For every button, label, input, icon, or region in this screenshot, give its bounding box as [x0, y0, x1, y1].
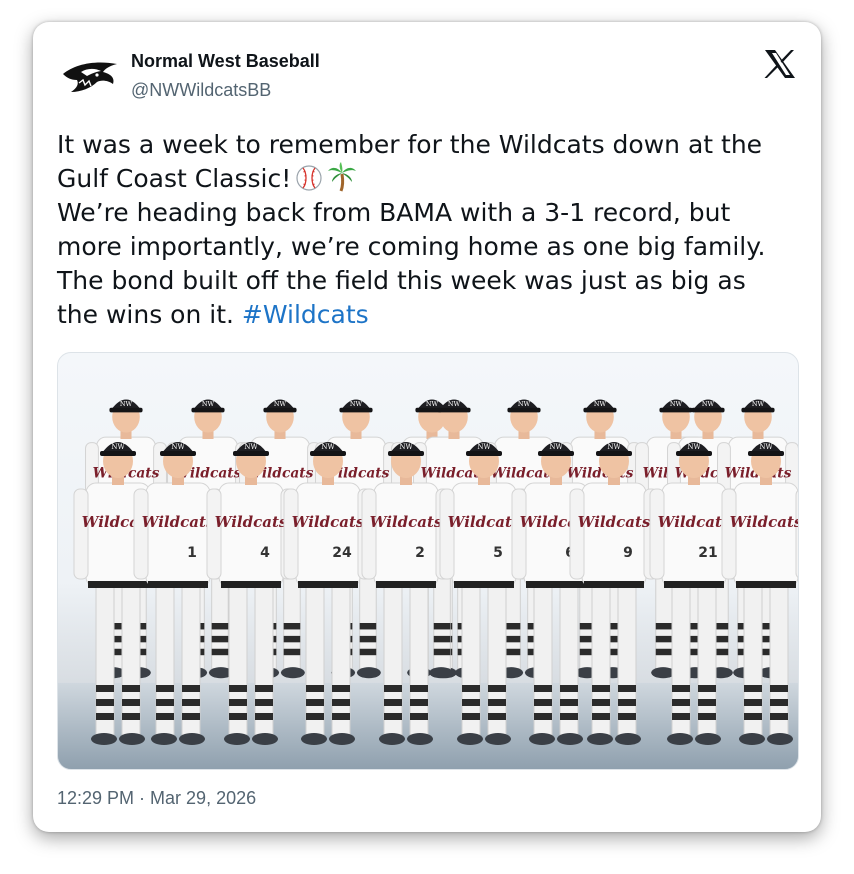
cap-logo: NW: [607, 443, 621, 451]
cap-logo: NW: [244, 443, 258, 451]
jersey-number: 4: [260, 545, 270, 561]
hashtag-link[interactable]: #Wildcats: [242, 300, 369, 329]
cap-logo: NW: [111, 443, 125, 451]
cap-logo: NW: [120, 400, 133, 408]
jersey-number: 1: [187, 545, 197, 561]
x-logo-icon[interactable]: [764, 49, 796, 79]
jersey-text: Wildcats: [658, 513, 731, 531]
jersey-number: 24: [332, 545, 352, 561]
cap-logo: NW: [202, 400, 215, 408]
tweet-line: It was a week to remember for the Wildca…: [57, 130, 763, 159]
jersey-number: 21: [698, 545, 717, 561]
team-photo-illustration: Wildcats NW Wildcats NW Wildcats NW Wildcats NW…: [58, 399, 798, 769]
wildcat-logo-icon[interactable]: [61, 56, 121, 96]
tweet-card: Normal West Baseball @NWWildcatsBB It wa…: [33, 22, 821, 832]
jersey-number: 9: [623, 545, 633, 561]
tweet-line: more importantly, we’re coming home as o…: [57, 232, 766, 261]
cap-logo: NW: [702, 400, 715, 408]
jersey-text: Wildcats: [578, 513, 651, 531]
jersey-number: 5: [493, 545, 503, 561]
jersey-text: Wildcats: [448, 513, 521, 531]
user-handle[interactable]: @NWWildcatsBB: [131, 80, 271, 101]
cap-logo: NW: [752, 400, 765, 408]
tweet-line: Gulf Coast Classic!: [57, 162, 797, 196]
palm-tree-emoji-icon: [328, 162, 357, 192]
cap-logo: NW: [477, 443, 491, 451]
tweet-text: It was a week to remember for the Wildca…: [57, 128, 797, 332]
jersey-text: Wildcats: [142, 513, 215, 531]
cap-logo: NW: [518, 400, 531, 408]
cap-logo: NW: [670, 400, 683, 408]
jersey-number: 2: [415, 545, 425, 561]
cap-logo: NW: [687, 443, 701, 451]
jersey-text: Wildcats: [292, 513, 365, 531]
cap-logo: NW: [399, 443, 413, 451]
cap-logo: NW: [274, 400, 287, 408]
display-name[interactable]: Normal West Baseball: [131, 51, 320, 72]
cap-logo: NW: [448, 400, 461, 408]
cap-logo: NW: [594, 400, 607, 408]
cap-logo: NW: [759, 443, 773, 451]
baseball-emoji-icon: [296, 165, 322, 191]
cap-logo: NW: [171, 443, 185, 451]
team-photo[interactable]: Wildcats NW Wildcats NW Wildcats NW Wildcats NW…: [57, 352, 799, 770]
cap-logo: NW: [350, 400, 363, 408]
cap-logo: NW: [549, 443, 563, 451]
tweet-line: the wins on it. #Wildcats: [57, 298, 797, 332]
tweet-line: The bond built off the field this week w…: [57, 266, 746, 295]
jersey-text: Wildcats: [370, 513, 443, 531]
jersey-text: Wildcats: [730, 513, 798, 531]
timestamp[interactable]: 12:29 PM · Mar 29, 2026: [57, 788, 256, 809]
cap-logo: NW: [426, 400, 439, 408]
tweet-line-text: the wins on it.: [57, 300, 234, 329]
tweet-line: We’re heading back from BAMA with a 3-1 …: [57, 198, 731, 227]
tweet-line-text: Gulf Coast Classic!: [57, 164, 292, 193]
jersey-text: Wildcats: [215, 513, 288, 531]
cap-logo: NW: [321, 443, 335, 451]
